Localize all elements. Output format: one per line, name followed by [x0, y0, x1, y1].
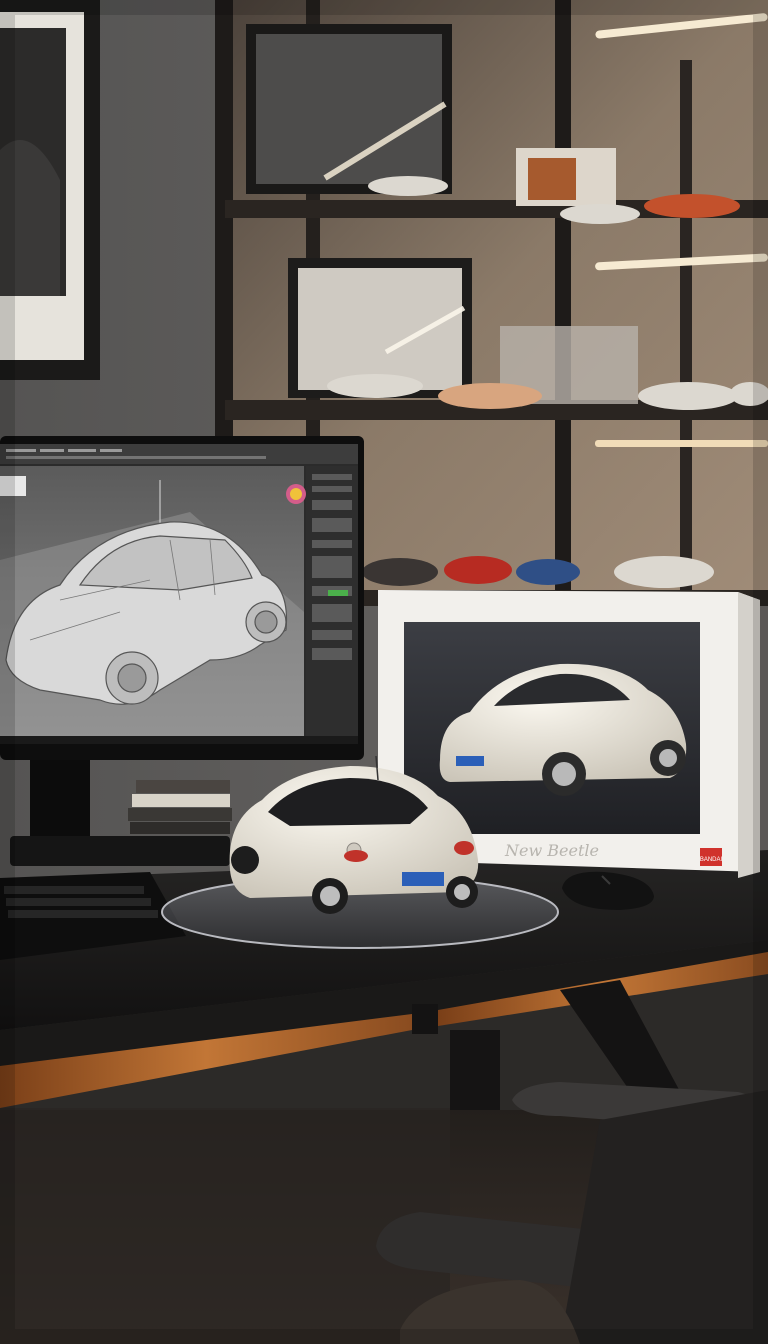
model-car-plate	[402, 872, 444, 886]
license-plate	[456, 756, 484, 766]
book-stack	[128, 780, 232, 834]
scene-illustration: BANDAI New Beetle	[0, 0, 768, 1344]
taskbar	[0, 736, 358, 744]
app-toolbar	[0, 444, 358, 464]
photo-scene: BANDAI New Beetle	[0, 0, 768, 1344]
brand-logo-text: BANDAI	[700, 857, 723, 863]
box-script: New Beetle	[504, 841, 599, 860]
shelf-light-strip	[595, 440, 768, 447]
